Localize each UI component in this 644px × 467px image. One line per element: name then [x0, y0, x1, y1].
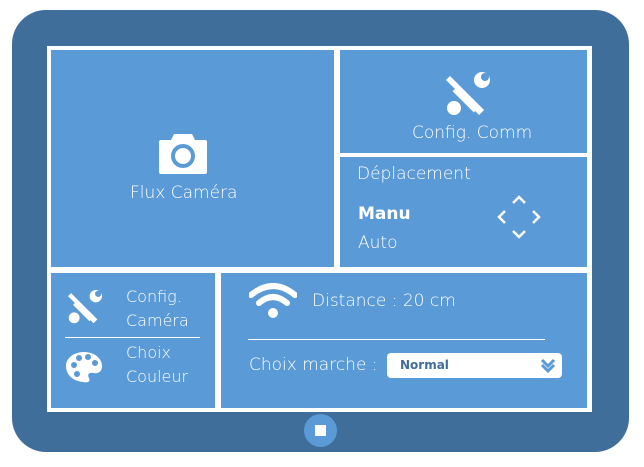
camera-feed-label: Flux Caméra	[130, 183, 238, 203]
color-choice-label-2[interactable]: Couleur	[126, 367, 188, 386]
camera-icon	[159, 134, 207, 174]
movement-title: Déplacement	[357, 164, 471, 184]
mode-auto[interactable]: Auto	[358, 233, 397, 253]
wifi-icon	[249, 283, 297, 318]
config-camera-label-1[interactable]: Config.	[126, 287, 182, 306]
mode-select-label: Choix marche :	[249, 355, 378, 375]
config-tile: Config. Caméra Choix Couleur	[51, 273, 215, 408]
distance-label: Distance : 20 cm	[312, 291, 456, 311]
direction-arrows-icon[interactable]	[497, 193, 541, 241]
palette-icon[interactable]	[65, 351, 103, 383]
status-divider	[248, 339, 545, 340]
config-comm-label: Config. Comm	[412, 123, 533, 143]
color-choice-label-1[interactable]: Choix	[126, 343, 171, 362]
status-tile: Distance : 20 cm Choix marche :	[221, 273, 587, 408]
mode-select-value: Normal	[400, 358, 449, 372]
tools-icon	[446, 72, 490, 115]
chevron-down-icon	[540, 358, 556, 373]
home-button[interactable]	[304, 414, 337, 447]
movement-tile: Déplacement Manu Auto	[340, 157, 587, 267]
mode-manu[interactable]: Manu	[358, 204, 411, 224]
config-comm-tile[interactable]: Config. Comm	[340, 50, 587, 153]
stop-square-icon	[315, 425, 326, 436]
config-divider	[65, 337, 200, 338]
config-camera-label-2[interactable]: Caméra	[126, 311, 189, 330]
camera-feed-tile[interactable]: Flux Caméra	[51, 50, 334, 267]
mode-select[interactable]: Normal	[387, 353, 562, 378]
tools-icon[interactable]	[68, 290, 102, 324]
